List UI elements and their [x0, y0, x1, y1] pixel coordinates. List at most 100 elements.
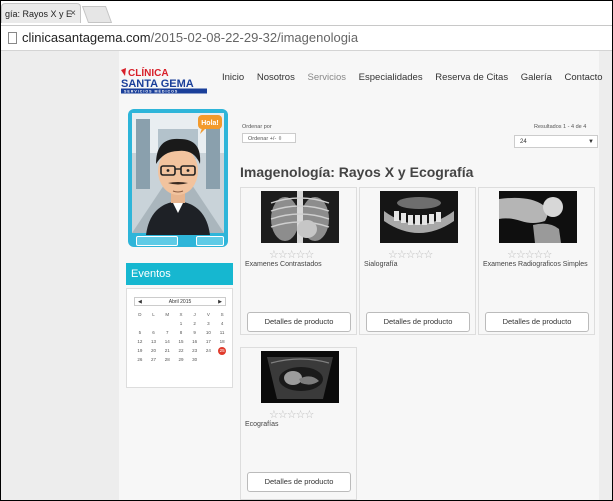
- sort-label: Ordenar por: [242, 124, 272, 130]
- calendar-day[interactable]: 26: [133, 355, 147, 364]
- calendar-day[interactable]: 4: [215, 319, 229, 328]
- knee-xray-image: [499, 191, 577, 243]
- nav-reserva-citas[interactable]: Reserva de Citas: [435, 72, 508, 83]
- browser-tab[interactable]: gía: Rayos X y E ×: [1, 3, 81, 23]
- calendar-weekday: J: [193, 312, 196, 317]
- product-name[interactable]: Examenes Contrastados: [245, 259, 355, 270]
- page-icon: [8, 32, 17, 44]
- product-card: ☆☆☆☆☆ Sialografía Detalles de producto: [359, 187, 476, 335]
- logo-line3: SERVICIOS MÉDICOS: [124, 89, 178, 94]
- chest-xray-image: [261, 191, 339, 243]
- calendar-day[interactable]: 20: [147, 346, 161, 355]
- calendar-day[interactable]: 18: [215, 337, 229, 346]
- calendar-today-marker[interactable]: 25: [218, 346, 227, 355]
- calendar-day[interactable]: 24: [202, 346, 216, 355]
- calendar-day[interactable]: 11: [215, 328, 229, 337]
- calendar-weekday: V: [206, 312, 210, 317]
- calendar-weekday: S: [220, 312, 224, 317]
- calendar-week-row: 12 13 14 15 16 17 18: [133, 337, 229, 346]
- calendar-day[interactable]: 5: [133, 328, 147, 337]
- calendar-day[interactable]: 12: [133, 337, 147, 346]
- product-card: ☆☆☆☆☆ Ecografías Detalles de producto: [240, 347, 357, 500]
- avatar-volume-control[interactable]: [196, 236, 224, 246]
- new-tab-button[interactable]: [81, 6, 113, 23]
- calendar-day[interactable]: 2: [188, 319, 202, 328]
- product-details-button[interactable]: Detalles de producto: [247, 312, 351, 332]
- product-name[interactable]: Sialografía: [364, 259, 474, 270]
- calendar-day[interactable]: 23: [188, 346, 202, 355]
- ultrasound-image: [261, 351, 339, 403]
- calendar-day[interactable]: 13: [147, 337, 161, 346]
- dental-xray-image: [380, 191, 458, 243]
- calendar-day[interactable]: 21: [160, 346, 174, 355]
- assistant-avatar-image: Hola!: [132, 113, 224, 235]
- calendar-day[interactable]: 7: [160, 328, 174, 337]
- tab-title: gía: Rayos X y E: [5, 9, 73, 19]
- events-heading: Eventos: [126, 263, 233, 285]
- calendar-prev-icon[interactable]: ◀: [138, 298, 142, 307]
- calendar-week-row: 5 6 7 8 9 10 11: [133, 328, 229, 337]
- nav-galeria[interactable]: Galería: [521, 72, 552, 83]
- product-details-button[interactable]: Detalles de producto: [366, 312, 470, 332]
- url-host: clinicasantagema.com: [22, 30, 151, 45]
- product-details-button[interactable]: Detalles de producto: [485, 312, 589, 332]
- calendar-grid: D L M X J V S 1 2 3 4 5 6 7 8 9 10 11 12 13 14 15 16 17 18 19 20 21…: [133, 310, 229, 364]
- browser-window: gía: Rayos X y E × clinicasantagema.com/…: [0, 0, 613, 501]
- avatar-play-control[interactable]: [136, 236, 178, 246]
- calendar-day: [215, 355, 229, 364]
- calendar-weekday: L: [152, 312, 155, 317]
- url-path: /2015-02-08-22-29-32/imagenologia: [150, 30, 359, 45]
- calendar-day[interactable]: 14: [160, 337, 174, 346]
- calendar-day[interactable]: 29: [174, 355, 188, 364]
- calendar-weekday: X: [179, 312, 183, 317]
- calendar-day[interactable]: 22: [174, 346, 188, 355]
- calendar-day: [160, 319, 174, 328]
- avatar-controls: [128, 235, 228, 247]
- virtual-assistant-widget[interactable]: Hola!: [128, 109, 228, 247]
- tab-strip: gía: Rayos X y E ×: [1, 1, 612, 26]
- nav-servicios[interactable]: Servicios: [307, 72, 346, 83]
- calendar-day[interactable]: 25: [215, 346, 229, 355]
- events-calendar: ◀ Abril 2015 ▶ D L M X J V S 1 2 3 4 5 6 7 8 9 10 11 12 13 1…: [126, 288, 233, 388]
- calendar-week-row: 1234: [133, 319, 229, 328]
- calendar-day[interactable]: 8: [174, 328, 188, 337]
- calendar-next-icon[interactable]: ▶: [218, 298, 222, 307]
- calendar-weekday: M: [165, 312, 170, 317]
- nav-especialidades[interactable]: Especialidades: [359, 72, 423, 83]
- address-bar[interactable]: clinicasantagema.com/2015-02-08-22-29-32…: [1, 26, 612, 51]
- calendar-weekday-row: DLMXJVS: [133, 310, 229, 319]
- calendar-day[interactable]: 3: [202, 319, 216, 328]
- calendar-day[interactable]: 15: [174, 337, 188, 346]
- calendar-day[interactable]: 27: [147, 355, 161, 364]
- calendar-day[interactable]: 19: [133, 346, 147, 355]
- page-title: Imagenología: Rayos X y Ecografía: [240, 164, 474, 180]
- tab-close-icon[interactable]: ×: [70, 4, 76, 23]
- calendar-day[interactable]: 6: [147, 328, 161, 337]
- nav-inicio[interactable]: Inicio: [222, 72, 244, 83]
- calendar-header: ◀ Abril 2015 ▶: [134, 297, 226, 306]
- nav-nosotros[interactable]: Nosotros: [257, 72, 295, 83]
- product-name[interactable]: Examenes Radiograficos Simples: [483, 259, 593, 270]
- sort-button[interactable]: Ordenar +/- ⇳: [242, 133, 296, 143]
- url-text[interactable]: clinicasantagema.com/2015-02-08-22-29-32…: [22, 30, 358, 45]
- dropdown-arrow-icon: ▼: [588, 139, 594, 145]
- product-card: ☆☆☆☆☆ Examenes Radiograficos Simples Det…: [478, 187, 595, 335]
- calendar-day[interactable]: 9: [188, 328, 202, 337]
- calendar-day[interactable]: 17: [202, 337, 216, 346]
- calendar-day[interactable]: 1: [174, 319, 188, 328]
- calendar-day[interactable]: 16: [188, 337, 202, 346]
- nav-contacto[interactable]: Contacto: [565, 72, 603, 83]
- product-name[interactable]: Ecografías: [245, 419, 355, 430]
- calendar-day[interactable]: 10: [202, 328, 216, 337]
- clinica-logo[interactable]: CLÍNICA SANTA GEMA SERVICIOS MÉDICOS: [119, 66, 211, 94]
- product-details-button[interactable]: Detalles de producto: [247, 472, 351, 492]
- per-page-select[interactable]: 24 ▼: [514, 135, 598, 148]
- calendar-day[interactable]: 28: [160, 355, 174, 364]
- calendar-day[interactable]: 30: [188, 355, 202, 364]
- logo-line2: SANTA GEMA: [121, 78, 194, 90]
- calendar-week-row: 26 27 28 29 30: [133, 355, 229, 364]
- main-nav: Inicio Nosotros Servicios Especialidades…: [222, 72, 612, 83]
- avatar-greeting-bubble: Hola!: [201, 120, 219, 127]
- calendar-day: [202, 355, 216, 364]
- calendar-month: Abril 2015: [168, 299, 192, 305]
